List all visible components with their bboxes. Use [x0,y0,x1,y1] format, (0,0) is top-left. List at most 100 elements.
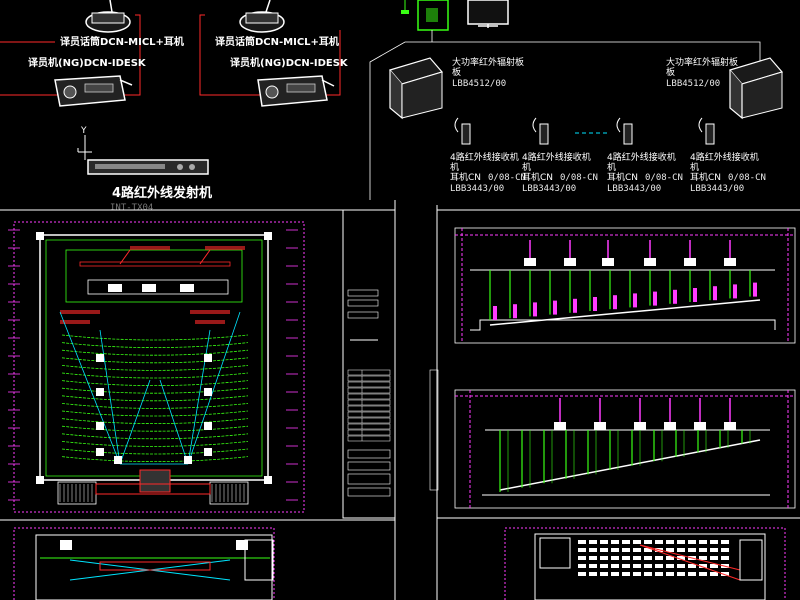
light-fixture [684,258,696,266]
seat-block [600,540,608,544]
seat-block [578,548,586,552]
seat-block [578,556,586,560]
seat-block [699,556,707,560]
ir-receiver-3 [616,117,633,145]
receiver-label-2: 4路红外线接收机 [522,151,591,163]
svg-text:耳机CN: 耳机CN [450,171,481,183]
seat-block [589,572,597,576]
svg-text:0/08-CN: 0/08-CN [560,173,598,183]
seat-row [61,334,249,341]
svg-text:Y: Y [80,126,87,136]
svg-text:板: 板 [452,66,461,78]
seat-row [61,372,249,379]
seat-block [666,572,674,576]
title-row [347,411,391,418]
light-fixture [664,422,676,430]
mic-label-right: 译员话筒DCN-MICL+耳机 [215,35,339,48]
seat-block [622,548,630,552]
interpreter-mic-right [239,0,285,33]
seat-block [622,540,630,544]
seat-block [589,540,597,544]
seat-profile [713,286,717,301]
seat-row [61,349,249,356]
svg-text:耳机CN: 耳机CN [522,171,553,183]
ir-transmitter-unit [87,159,209,175]
seat-block [710,540,718,544]
seat-row [61,425,249,432]
seat-block [600,572,608,576]
seat-block [611,548,619,552]
transmitter-code: INT-TX04 [110,203,153,213]
title-row [347,417,391,424]
svg-text:板: 板 [666,66,675,78]
seat-block [710,572,718,576]
cad-drawing-canvas: 译员话筒DCN-MICL+耳机 译员话筒DCN-MICL+耳机 译员机(NG)D… [0,0,800,600]
light-fixture [564,258,576,266]
seat-profile [613,295,617,310]
light-fixture [554,422,566,430]
receiver-code-2: LBB3443/00 [522,184,576,194]
speaker-marker [204,354,212,362]
seat-block [633,564,641,568]
seat-row [61,380,249,386]
receiver-code-3: LBB3443/00 [607,184,661,194]
seat-block [677,540,685,544]
speaker-marker [204,448,212,456]
seat-block [644,540,652,544]
seat-block [578,564,586,568]
seat-block [710,548,718,552]
seat-block [688,540,696,544]
seat-block [589,556,597,560]
seat-block [655,572,663,576]
interpreter-mic-left [85,0,131,33]
title-block-content [347,289,439,497]
title-row [347,375,391,382]
seat-block [699,572,707,576]
seat-profile [653,291,657,306]
seat-profile [693,288,697,302]
seat-block [721,548,729,552]
title-row [347,387,391,394]
svg-text:0/08-CN: 0/08-CN [645,173,683,183]
seat-block [688,548,696,552]
light-fixture [634,422,646,430]
ir-receiver-4 [698,117,715,145]
seat-block [688,572,696,576]
light-fixture [694,422,706,430]
seat-profile [513,304,517,319]
seat-profile [493,306,497,320]
seat-block [655,556,663,560]
speaker-marker [114,456,122,464]
seat-profile [633,293,637,308]
receiver-code-4: LBB3443/00 [690,184,744,194]
seat-block [655,564,663,568]
seat-profile [533,302,537,317]
seat-block [666,564,674,568]
seat-profile [753,282,757,297]
speaker-marker [96,448,104,456]
transmitter-label: 4路红外线发射机 [112,185,212,201]
seat-row [61,456,249,462]
light-fixture [602,258,614,266]
speaker-marker [204,422,212,430]
seat-block [611,556,619,560]
receiver-label-1: 4路红外线接收机 [450,151,519,163]
seat-profile [673,289,677,304]
top-right-schematic: 大功率红外辐射板 板 LBB4512/00 大功率红外辐射板 板 LBB4512… [369,0,784,200]
title-row [347,381,391,388]
seat-block [677,548,685,552]
receiver-label-3: 4路红外线接收机 [607,151,676,163]
title-row [347,399,391,406]
title-row [347,423,391,430]
svg-text:耳机CN: 耳机CN [690,171,721,183]
svg-text:机: 机 [690,161,699,173]
seat-profile [573,298,577,313]
seat-block [644,572,652,576]
speaker-marker [184,456,192,464]
speaker-marker [204,388,212,396]
svg-text:0/08-CN: 0/08-CN [488,173,526,183]
desk-label-left: 译员机(NG)DCN-IDESK [28,56,147,69]
title-row [347,429,391,436]
light-fixture [724,258,736,266]
section-view-1 [454,227,796,344]
